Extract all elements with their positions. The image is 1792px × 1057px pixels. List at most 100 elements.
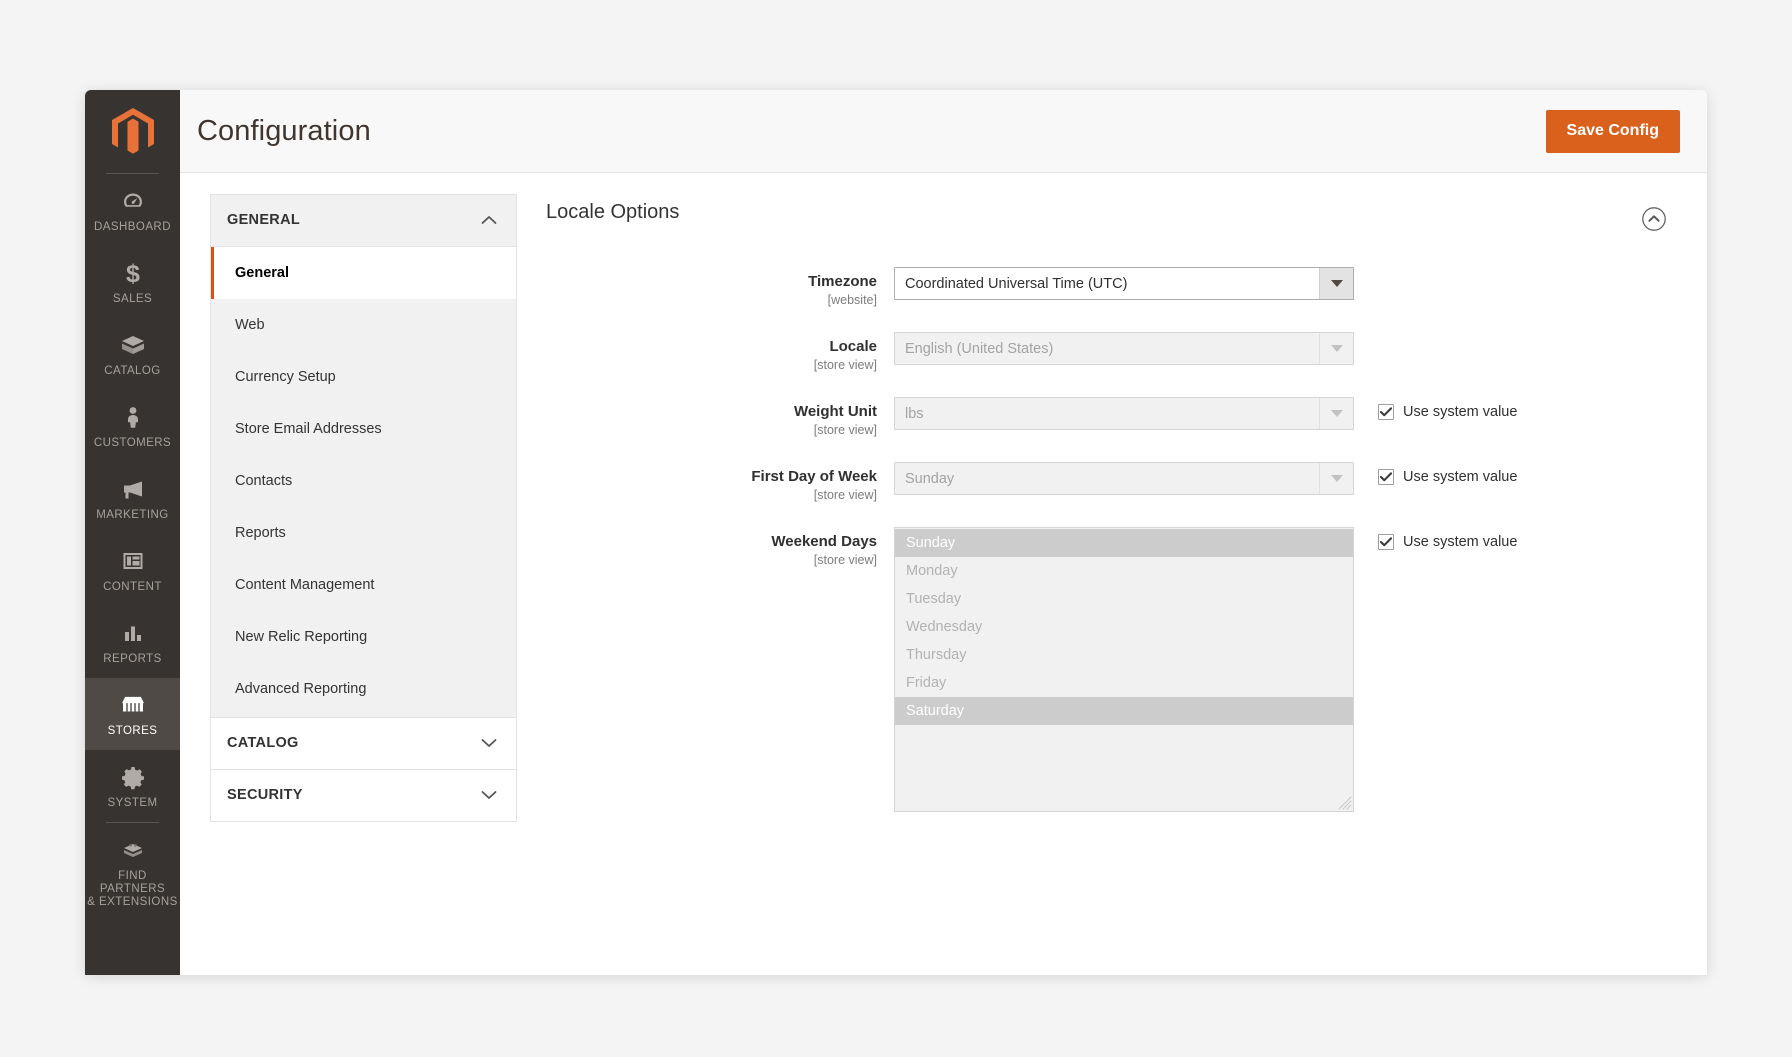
config-item-new-relic-reporting[interactable]: New Relic Reporting [211, 611, 516, 663]
select-locale: English (United States) [894, 332, 1354, 365]
config-section-header-security[interactable]: SECURITY [211, 770, 516, 821]
main-content-pane: Locale Options Timezone [website] Coordina… [517, 173, 1707, 975]
magento-logo[interactable] [85, 90, 180, 173]
multiselect-weekend-days[interactable]: Sunday Monday Tuesday Wednesday Thursday Frid… [894, 527, 1354, 812]
config-item-web[interactable]: Web [211, 299, 516, 351]
storefront-icon [118, 691, 148, 719]
nav-item-marketing[interactable]: MARKETING [85, 462, 180, 534]
person-icon [118, 403, 148, 431]
chevron-down-icon [1319, 463, 1353, 494]
configuration-section-nav: GENERAL General Web Currency Setup Store Ema… [180, 173, 517, 975]
config-section-header-general[interactable]: GENERAL [211, 195, 516, 247]
field-scope-locale: [store view] [813, 358, 877, 372]
field-control-timezone: Coordinated Universal Time (UTC) [894, 267, 1354, 300]
config-item-advanced-reporting[interactable]: Advanced Reporting [211, 663, 516, 715]
multiselect-option-tuesday[interactable]: Tuesday [895, 585, 1353, 613]
use-system-value-label[interactable]: Use system value [1403, 534, 1517, 550]
field-label-wrap: Locale [store view] [546, 332, 894, 373]
nav-item-sales[interactable]: $ SALES [85, 246, 180, 318]
field-label-first-day-of-week: First Day of Week [751, 468, 877, 485]
use-system-value-first-day-of-week: Use system value [1378, 462, 1517, 485]
body-row: GENERAL General Web Currency Setup Store Ema… [180, 173, 1707, 975]
config-section-header-catalog[interactable]: CATALOG [211, 718, 516, 769]
select-value-timezone: Coordinated Universal Time (UTC) [905, 275, 1128, 292]
page-header: Configuration Save Config [180, 90, 1707, 173]
layout-icon [118, 547, 148, 575]
nav-item-label: CATALOG [104, 365, 161, 377]
megaphone-icon [118, 475, 148, 503]
nav-item-label: SYSTEM [107, 797, 158, 809]
config-section-title: CATALOG [227, 735, 299, 751]
select-value-first-day-of-week: Sunday [905, 470, 955, 487]
dollar-icon: $ [118, 259, 148, 287]
use-system-value-checkbox[interactable] [1378, 534, 1394, 550]
gear-icon [118, 763, 148, 791]
admin-window: DASHBOARD $ SALES CATALOG CUSTOMERS MARKETING… [85, 90, 1707, 975]
select-timezone[interactable]: Coordinated Universal Time (UTC) [894, 267, 1354, 300]
config-item-general[interactable]: General [211, 247, 516, 299]
field-label-timezone: Timezone [808, 273, 877, 290]
use-system-value-checkbox[interactable] [1378, 469, 1394, 485]
resize-grip-icon[interactable] [1338, 796, 1352, 810]
nav-item-system[interactable]: SYSTEM [85, 750, 180, 822]
multiselect-option-wednesday[interactable]: Wednesday [895, 613, 1353, 641]
config-item-contacts[interactable]: Contacts [211, 455, 516, 507]
field-scope-timezone: [website] [827, 293, 877, 307]
nav-item-label: SALES [112, 293, 153, 305]
nav-item-customers[interactable]: CUSTOMERS [85, 390, 180, 462]
field-control-locale: English (United States) [894, 332, 1354, 365]
chevron-down-icon [1319, 398, 1353, 429]
multiselect-option-thursday[interactable]: Thursday [895, 641, 1353, 669]
field-control-weight-unit: lbs [894, 397, 1354, 430]
use-system-value-label[interactable]: Use system value [1403, 404, 1517, 420]
nav-item-label: MARKETING [96, 509, 169, 521]
field-row-timezone: Timezone [website] Coordinated Universal T… [546, 267, 1667, 308]
chevron-down-icon [1319, 268, 1353, 299]
chevron-down-icon [481, 738, 497, 748]
field-control-first-day-of-week: Sunday [894, 462, 1354, 495]
multiselect-option-saturday[interactable]: Saturday [895, 697, 1353, 725]
locale-options-title: Locale Options [546, 201, 680, 223]
nav-item-label: DASHBOARD [94, 221, 171, 233]
use-system-value-checkbox[interactable] [1378, 404, 1394, 420]
nav-item-dashboard[interactable]: DASHBOARD [85, 174, 180, 246]
box-icon [118, 331, 148, 359]
nav-item-label: CUSTOMERS [93, 437, 172, 449]
svg-text:$: $ [126, 260, 140, 287]
nav-item-catalog[interactable]: CATALOG [85, 318, 180, 390]
bar-chart-icon [118, 619, 148, 647]
field-row-weight-unit: Weight Unit [store view] lbs Use system val… [546, 397, 1667, 438]
nav-item-label: FIND PARTNERS & EXTENSIONS [87, 870, 178, 908]
config-item-reports[interactable]: Reports [211, 507, 516, 559]
circle-chevron-up-icon[interactable] [1641, 206, 1667, 232]
nav-item-content[interactable]: CONTENT [85, 534, 180, 606]
config-item-content-management[interactable]: Content Management [211, 559, 516, 611]
nav-item-reports[interactable]: REPORTS [85, 606, 180, 678]
config-section-title: SECURITY [227, 787, 303, 803]
dashboard-icon [118, 187, 148, 215]
config-section-general: GENERAL General Web Currency Setup Store Ema… [210, 194, 517, 717]
nav-item-label: CONTENT [103, 581, 162, 593]
config-item-store-email-addresses[interactable]: Store Email Addresses [211, 403, 516, 455]
nav-item-label: REPORTS [103, 653, 162, 665]
field-label-wrap: First Day of Week [store view] [546, 462, 894, 503]
config-item-currency-setup[interactable]: Currency Setup [211, 351, 516, 403]
field-label-wrap: Weight Unit [store view] [546, 397, 894, 438]
field-row-locale: Locale [store view] English (United States… [546, 332, 1667, 373]
field-label-weight-unit: Weight Unit [793, 403, 877, 420]
config-section-items: General Web Currency Setup Store Email Addr… [211, 247, 516, 717]
multiselect-option-monday[interactable]: Monday [895, 557, 1353, 585]
field-scope-weekend-days: [store view] [813, 553, 877, 567]
config-section-security: SECURITY [210, 769, 517, 822]
select-weight-unit: lbs [894, 397, 1354, 430]
nav-item-stores[interactable]: STORES [85, 678, 180, 750]
config-section-catalog: CATALOG [210, 717, 517, 769]
chevron-down-icon [481, 790, 497, 800]
nav-item-find-partners-extensions[interactable]: FIND PARTNERS & EXTENSIONS [85, 823, 180, 921]
multiselect-option-sunday[interactable]: Sunday [895, 529, 1353, 557]
save-config-button[interactable]: Save Config [1545, 109, 1680, 153]
nav-item-label: STORES [107, 725, 158, 737]
multiselect-option-friday[interactable]: Friday [895, 669, 1353, 697]
section-header-row: Locale Options [546, 195, 1667, 232]
use-system-value-label[interactable]: Use system value [1403, 469, 1517, 485]
